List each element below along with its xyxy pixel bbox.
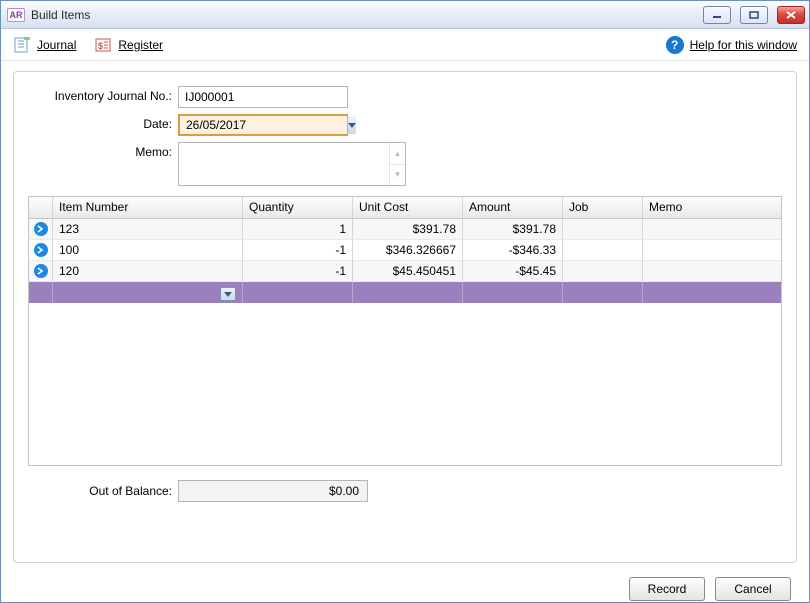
memo-textarea[interactable] [179,143,389,185]
cell-amount[interactable]: $391.78 [463,219,563,239]
maximize-button[interactable] [740,6,768,24]
inventory-journal-label: Inventory Journal No.: [28,86,178,103]
grid-header-amount[interactable]: Amount [463,197,563,218]
journal-icon [13,36,31,54]
row-arrow-icon[interactable] [34,264,48,278]
grid-header-item[interactable]: Item Number [53,197,243,218]
svg-text:$: $ [98,41,103,51]
date-field[interactable] [178,114,348,136]
row-arrow-icon[interactable] [34,222,48,236]
cell-memo[interactable] [643,219,781,239]
cell-qty[interactable]: -1 [243,261,353,281]
grid-header-memo[interactable]: Memo [643,197,781,218]
grid-header-qty[interactable]: Quantity [243,197,353,218]
out-of-balance-value: $0.00 [178,480,368,502]
row-arrow-icon[interactable] [34,243,48,257]
cell-qty[interactable]: -1 [243,240,353,260]
memo-field[interactable]: ▲ ▼ [178,142,406,186]
cell-item[interactable]: 100 [53,240,243,260]
cancel-button[interactable]: Cancel [715,577,791,601]
memo-spin-up[interactable]: ▲ [390,143,405,165]
help-icon: ? [666,36,684,54]
record-button[interactable]: Record [629,577,705,601]
grid-body: 1231$391.78$391.78100-1$346.326667-$346.… [29,219,781,303]
register-label: Register [118,38,163,52]
app-badge-icon: AR [7,8,25,22]
grid-header-job[interactable]: Job [563,197,643,218]
item-dropdown-button[interactable] [220,287,236,301]
date-label: Date: [28,114,178,131]
grid-header-icon [29,197,53,218]
cell-cost[interactable]: $45.450451 [353,261,463,281]
window-title: Build Items [31,8,90,22]
new-row[interactable] [29,282,781,303]
content-panel: Inventory Journal No.: Date: Memo: ▲ ▼ I… [13,71,797,563]
chevron-down-icon [224,292,232,297]
inventory-journal-input[interactable] [178,86,348,108]
cell-cost[interactable]: $346.326667 [353,240,463,260]
table-row[interactable]: 1231$391.78$391.78 [29,219,781,240]
window-titlebar: AR Build Items [1,1,809,29]
grid-header: Item Number Quantity Unit Cost Amount Jo… [29,197,781,219]
journal-button[interactable]: Journal [13,36,76,54]
close-button[interactable] [777,6,805,24]
cell-amount[interactable]: -$346.33 [463,240,563,260]
footer: Record Cancel [1,571,809,601]
items-grid: Item Number Quantity Unit Cost Amount Jo… [28,196,782,466]
date-input[interactable] [180,116,347,134]
cell-qty[interactable]: 1 [243,219,353,239]
help-label: Help for this window [690,38,797,52]
cell-cost[interactable]: $391.78 [353,219,463,239]
toolbar: Journal $ Register ? Help for this windo… [1,29,809,61]
cell-item[interactable]: 123 [53,219,243,239]
memo-spin-down[interactable]: ▼ [390,165,405,186]
table-row[interactable]: 120-1$45.450451-$45.45 [29,261,781,282]
cell-job[interactable] [563,240,643,260]
register-button[interactable]: $ Register [94,36,163,54]
help-link[interactable]: ? Help for this window [666,36,797,54]
cell-job[interactable] [563,219,643,239]
cell-memo[interactable] [643,240,781,260]
chevron-down-icon [348,123,356,128]
journal-label: Journal [37,38,76,52]
new-item-cell[interactable] [53,282,243,303]
minimize-button[interactable] [703,6,731,24]
out-of-balance-label: Out of Balance: [28,484,178,498]
table-row[interactable]: 100-1$346.326667-$346.33 [29,240,781,261]
cell-memo[interactable] [643,261,781,281]
cell-item[interactable]: 120 [53,261,243,281]
cell-amount[interactable]: -$45.45 [463,261,563,281]
grid-header-cost[interactable]: Unit Cost [353,197,463,218]
cell-job[interactable] [563,261,643,281]
register-icon: $ [94,36,112,54]
memo-label: Memo: [28,142,178,159]
date-dropdown-button[interactable] [347,116,356,134]
